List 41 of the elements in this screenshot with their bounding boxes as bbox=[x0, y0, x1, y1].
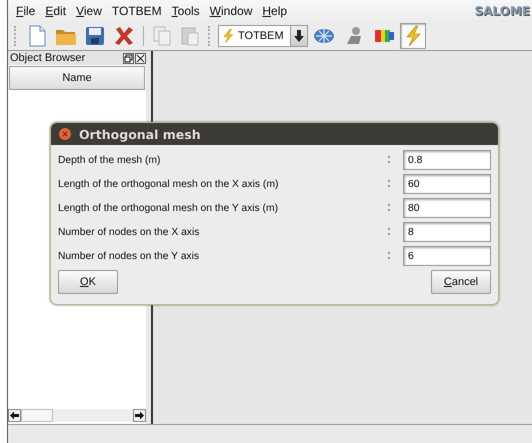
save-icon[interactable] bbox=[85, 25, 105, 47]
colon-icon bbox=[388, 155, 391, 163]
field-label: Number of nodes on the Y axis bbox=[58, 250, 200, 262]
menu-item[interactable]: View bbox=[71, 4, 107, 18]
field-label: Depth of the mesh (m) bbox=[58, 154, 162, 166]
dialog-button[interactable]: Cancel bbox=[431, 270, 491, 294]
left-arrow-icon[interactable] bbox=[8, 409, 21, 422]
colon-icon bbox=[388, 203, 391, 211]
input-field[interactable]: 60 bbox=[403, 174, 491, 194]
panel-title: Object Browser bbox=[10, 52, 86, 64]
module-dropdown[interactable]: TOTBEM bbox=[218, 25, 308, 47]
colon-icon bbox=[388, 227, 391, 235]
dropdown-value: TOTBEM bbox=[238, 30, 284, 42]
field-label: Number of nodes on the X axis bbox=[58, 226, 200, 238]
column-header[interactable]: Name bbox=[9, 66, 145, 90]
float-icon[interactable] bbox=[123, 52, 134, 64]
colon-icon bbox=[388, 179, 391, 187]
scrollbar-thumb[interactable] bbox=[21, 409, 53, 422]
dialog-title: Orthogonal mesh bbox=[79, 126, 201, 142]
input-field[interactable]: 0.8 bbox=[403, 150, 491, 170]
colon-icon bbox=[388, 251, 391, 259]
menu-item[interactable]: TOTBEM bbox=[106, 4, 167, 18]
menu-item[interactable]: Help bbox=[257, 4, 292, 18]
lightning-icon bbox=[221, 28, 235, 44]
field-label: Length of the orthogonal mesh on the X axis (m) bbox=[58, 178, 280, 190]
down-arrow-icon[interactable] bbox=[294, 30, 304, 42]
delete-icon[interactable] bbox=[113, 25, 135, 47]
new-document-icon[interactable] bbox=[27, 25, 47, 47]
right-arrow-icon[interactable] bbox=[133, 409, 146, 422]
mesh-icon[interactable] bbox=[313, 26, 335, 46]
logo: SALOME bbox=[474, 4, 530, 18]
menu-item[interactable]: Tools bbox=[166, 4, 205, 18]
menu-item[interactable]: Edit bbox=[40, 4, 72, 18]
input-field[interactable]: 6 bbox=[403, 246, 491, 266]
field-label: Length of the orthogonal mesh on the Y axis (m) bbox=[58, 202, 279, 214]
menu-item[interactable]: Window bbox=[204, 4, 258, 18]
menu-item[interactable]: File bbox=[11, 4, 40, 18]
input-field[interactable]: 80 bbox=[403, 198, 491, 218]
dialog-button[interactable]: OK bbox=[58, 270, 118, 294]
close-icon[interactable] bbox=[135, 52, 146, 64]
input-field[interactable]: 8 bbox=[403, 222, 491, 242]
